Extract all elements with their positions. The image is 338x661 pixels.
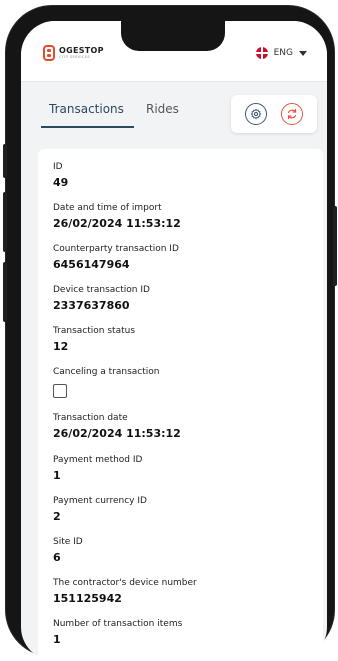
app-screen: OGESTOP CITY SERVICES ENG Transactions R… xyxy=(21,21,327,661)
canceling-checkbox[interactable] xyxy=(53,384,67,398)
refresh-icon xyxy=(287,108,297,120)
field-counterparty-id: Counterparty transaction ID 6456147964 xyxy=(53,244,179,271)
field-transaction-status: Transaction status 12 xyxy=(53,326,135,353)
logo-name: OGESTOP xyxy=(59,45,104,55)
field-label: Counterparty transaction ID xyxy=(53,244,179,254)
chevron-down-icon xyxy=(299,50,307,56)
phone-frame: OGESTOP CITY SERVICES ENG Transactions R… xyxy=(3,6,337,661)
field-label: Number of transaction items xyxy=(53,619,183,629)
field-payment-currency: Payment currency ID 2 xyxy=(53,496,147,523)
traffic-light-icon xyxy=(43,45,55,61)
field-value: 26/02/2024 11:53:12 xyxy=(53,217,181,230)
phone-side-button xyxy=(3,144,7,178)
toolbar-actions xyxy=(231,95,317,133)
field-label: Payment currency ID xyxy=(53,496,147,506)
logo-subtitle: CITY SERVICES xyxy=(59,54,91,59)
field-value: 2 xyxy=(53,510,61,523)
field-label: Site ID xyxy=(53,537,83,547)
uk-flag-icon xyxy=(255,47,268,59)
field-value: 1 xyxy=(53,469,61,482)
tab-rides[interactable]: Rides xyxy=(146,102,179,116)
field-value: 49 xyxy=(53,176,69,189)
settings-button[interactable] xyxy=(245,103,267,125)
phone-side-button xyxy=(3,262,7,322)
phone-side-button xyxy=(3,192,7,252)
field-device-number: The contractor's device number 151125942 xyxy=(53,578,197,605)
transaction-details-card: ID 49 Date and time of import 26/02/2024… xyxy=(38,149,323,661)
field-payment-method: Payment method ID 1 xyxy=(53,455,142,482)
field-device-transaction-id: Device transaction ID 2337637860 xyxy=(53,285,150,312)
field-value: 12 xyxy=(53,340,69,353)
field-id: ID 49 xyxy=(53,162,68,189)
gear-icon xyxy=(250,108,262,120)
field-site-id: Site ID 6 xyxy=(53,537,83,564)
phone-side-button xyxy=(333,206,337,286)
tabs-bar: Transactions Rides xyxy=(21,82,327,142)
field-label: The contractor's device number xyxy=(53,578,197,588)
field-value: 1 xyxy=(53,633,61,646)
logo[interactable]: OGESTOP CITY SERVICES xyxy=(43,45,104,61)
field-label: Transaction date xyxy=(53,413,128,423)
field-label: Device transaction ID xyxy=(53,285,150,295)
field-import-datetime: Date and time of import 26/02/2024 11:53… xyxy=(53,203,181,230)
refresh-button[interactable] xyxy=(281,103,303,125)
field-label: Canceling a transaction xyxy=(53,367,160,377)
field-value: 6 xyxy=(53,551,61,564)
field-value: 2337637860 xyxy=(53,299,130,312)
logo-text: OGESTOP CITY SERVICES xyxy=(59,45,104,60)
field-value: 26/02/2024 11:53:12 xyxy=(53,427,181,440)
field-items-count: Number of transaction items 1 xyxy=(53,619,182,646)
field-transaction-date: Transaction date 26/02/2024 11:53:12 xyxy=(53,413,181,440)
field-canceling: Canceling a transaction xyxy=(53,367,159,398)
field-value: 151125942 xyxy=(53,592,122,605)
phone-notch xyxy=(121,21,225,51)
field-value: 6456147964 xyxy=(53,258,130,271)
field-label: ID xyxy=(53,162,63,172)
tab-transactions[interactable]: Transactions xyxy=(41,102,134,128)
field-label: Date and time of import xyxy=(53,203,162,213)
field-label: Transaction status xyxy=(53,326,136,336)
language-label: ENG xyxy=(273,48,293,58)
language-selector[interactable]: ENG xyxy=(255,47,307,59)
field-label: Payment method ID xyxy=(53,455,143,465)
